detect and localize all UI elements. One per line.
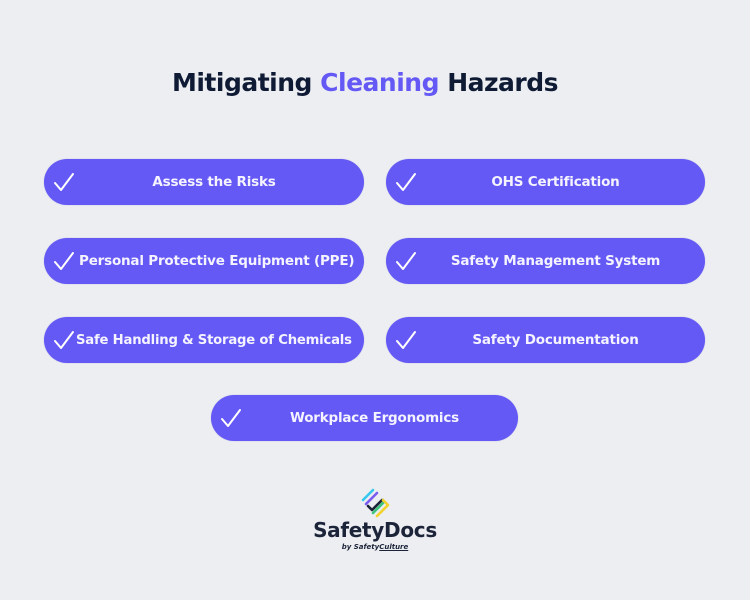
check-icon [396, 331, 416, 349]
check-icon [221, 409, 241, 427]
item-label: OHS Certification [491, 174, 620, 190]
item-label: Safety Documentation [472, 332, 639, 348]
item-workplace-ergonomics: Workplace Ergonomics [211, 395, 518, 441]
item-safety-documentation: Safety Documentation [386, 317, 705, 363]
logo-company-b: Culture [379, 543, 409, 551]
item-label: Workplace Ergonomics [289, 410, 459, 426]
item-assess-risks: Assess the Risks [44, 159, 364, 205]
title-part1: Mitigating [171, 68, 312, 97]
check-icon [54, 173, 74, 191]
title-part2: Hazards [447, 68, 559, 97]
item-label: Personal Protective Equipment (PPE) [79, 253, 355, 269]
item-label: Safety Management System [450, 253, 661, 269]
title-accent: Cleaning [320, 68, 439, 97]
item-safety-management-system: Safety Management System [386, 238, 705, 284]
item-label: Assess the Risks [152, 174, 276, 190]
logo-byline: by SafetyCulture [300, 543, 450, 551]
safetydocs-logo: SafetyDocs by SafetyCulture [300, 486, 450, 551]
check-icon [396, 252, 416, 270]
check-icon [54, 252, 74, 270]
item-ohs-certification: OHS Certification [386, 159, 705, 205]
check-icon [396, 173, 416, 191]
item-ppe: Personal Protective Equipment (PPE) [44, 238, 364, 284]
page-title: Mitigating Cleaning Hazards [0, 68, 730, 97]
check-icon [54, 331, 74, 349]
safetydocs-logo-icon [361, 488, 390, 518]
logo-by: by [341, 543, 352, 551]
item-chemicals: Safe Handling & Storage of Chemicals [44, 317, 364, 363]
item-label: Safe Handling & Storage of Chemicals [76, 332, 352, 348]
logo-company-a: Safety [353, 543, 380, 551]
logo-name: SafetyDocs [313, 518, 437, 542]
